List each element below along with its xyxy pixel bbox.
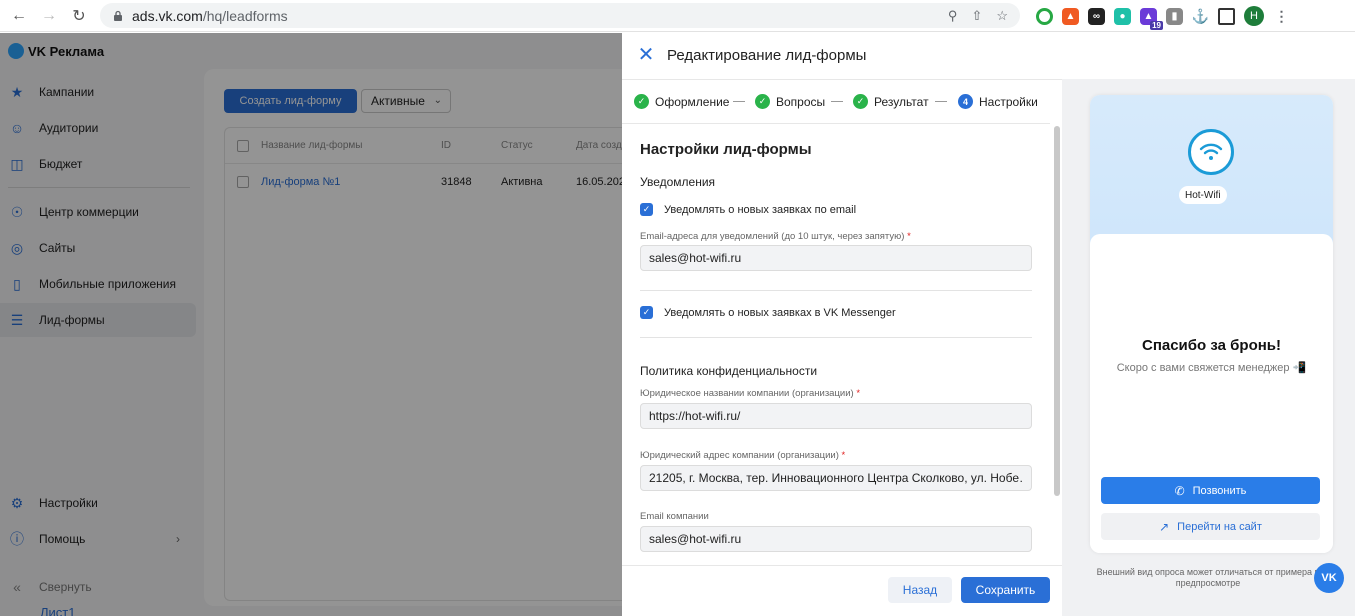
teal-extension-icon[interactable]: ● — [1114, 7, 1131, 25]
privacy-heading: Политика конфиденциальности — [640, 364, 818, 378]
preview-result-card: Спасибо за бронь! Скоро с вами свяжется … — [1090, 234, 1333, 553]
check-icon: ✓ — [755, 94, 770, 109]
step-connector — [831, 101, 843, 102]
step-connector — [935, 101, 947, 102]
grey-extension-icon[interactable]: ▮ — [1166, 7, 1183, 25]
puzzle-icon[interactable]: ⚓ — [1192, 7, 1209, 25]
profile-avatar[interactable]: H — [1244, 6, 1264, 26]
step-result[interactable]: ✓ Результат — [853, 94, 929, 109]
bookmark-star-icon[interactable]: ☆ — [996, 8, 1008, 24]
form-scrollbar[interactable] — [1052, 80, 1062, 565]
notifications-heading: Уведомления — [640, 175, 716, 189]
preview-panel: Hot-Wifi Спасибо за бронь! Скоро с вами … — [1062, 79, 1355, 616]
step-questions[interactable]: ✓ Вопросы — [755, 94, 825, 109]
checkmark-icon: ✓ — [640, 306, 653, 319]
reload-icon[interactable]: ↻ — [68, 5, 90, 27]
address-bar[interactable]: ads.vk.com/hq/leadforms ⚲ ⇧ ☆ — [100, 3, 1020, 28]
modal-title: Редактирование лид-формы — [667, 47, 867, 64]
external-link-icon: ↗ — [1159, 519, 1170, 534]
phone-call-icon: ✆ — [1174, 483, 1185, 498]
step-connector — [733, 101, 745, 102]
go-to-site-button[interactable]: ↗ Перейти на сайт — [1101, 513, 1320, 540]
save-button[interactable]: Сохранить — [961, 577, 1050, 603]
checkmark-icon: ✓ — [640, 203, 653, 216]
back-button[interactable]: Назад — [888, 577, 952, 603]
section-title: Настройки лид-формы — [640, 141, 812, 158]
green-circle-extension-icon[interactable] — [1036, 7, 1053, 25]
extensions-bar: ▲ ∞ ● ▲ 19 ▮ ⚓ H ⋮ — [1036, 4, 1290, 30]
company-address-label: Юридический адрес компании (организации)… — [640, 450, 846, 461]
modal-footer: Назад Сохранить — [622, 565, 1062, 616]
browser-toolbar: ← → ↻ ads.vk.com/hq/leadforms ⚲ ⇧ ☆ ▲ ∞ … — [0, 0, 1355, 32]
edit-leadform-modal: ✕ Редактирование лид-формы ✓ Оформление ✓… — [622, 33, 1355, 616]
share-icon[interactable]: ⇧ — [971, 8, 982, 24]
divider — [640, 290, 1032, 291]
orange-extension-icon[interactable]: ▲ — [1062, 7, 1079, 25]
thanks-text: Скоро с вами свяжется менеджер 📲 — [1116, 362, 1307, 374]
scrollbar-thumb[interactable] — [1054, 126, 1060, 496]
step-settings[interactable]: 4 Настройки — [958, 94, 1038, 109]
url-text: ads.vk.com/hq/leadforms — [132, 7, 288, 24]
emails-input[interactable] — [640, 245, 1032, 271]
company-name-label: Юридическое названии компании (организац… — [640, 388, 861, 399]
company-name-input[interactable] — [640, 403, 1032, 429]
divider — [640, 337, 1032, 338]
link-extension-icon[interactable]: ∞ — [1088, 7, 1105, 25]
lock-icon — [114, 10, 122, 21]
notify-email-checkbox[interactable]: ✓ Уведомлять о новых заявках по email — [640, 203, 856, 216]
modal-form-panel: ✓ Оформление ✓ Вопросы ✓ Результат 4 Настрой… — [622, 79, 1062, 616]
graduation-cap-extension-icon[interactable]: ▲ 19 — [1140, 7, 1163, 30]
check-icon: ✓ — [634, 94, 649, 109]
step-design[interactable]: ✓ Оформление — [634, 94, 729, 109]
brand-name: Hot-Wifi — [1179, 186, 1227, 204]
kebab-menu-icon[interactable]: ⋮ — [1273, 7, 1290, 25]
forward-arrow-icon[interactable]: → — [38, 5, 60, 27]
sidebar-panel-icon[interactable] — [1218, 7, 1235, 25]
back-arrow-icon[interactable]: ← — [8, 5, 30, 27]
emails-label: Email-адреса для уведомлений (до 10 штук… — [640, 231, 911, 242]
company-email-label: Email компании — [640, 511, 709, 522]
vk-logo-icon[interactable]: VK — [1314, 563, 1344, 593]
settings-form: Настройки лид-формы Уведомления ✓ Уведомл… — [640, 124, 1040, 564]
close-icon[interactable]: ✕ — [637, 45, 655, 65]
wifi-logo-icon — [1188, 129, 1234, 175]
check-icon: ✓ — [853, 94, 868, 109]
thanks-title: Спасибо за бронь! — [1141, 337, 1282, 354]
notify-vk-messenger-checkbox[interactable]: ✓ Уведомлять о новых заявках в VK Messeng… — [640, 306, 896, 319]
preview-header: Hot-Wifi — [1090, 95, 1333, 245]
preview-disclaimer: Внешний вид опроса может отличаться от п… — [1096, 567, 1320, 588]
zoom-icon[interactable]: ⚲ — [948, 8, 958, 24]
company-address-input[interactable] — [640, 465, 1032, 491]
preview-phone: Hot-Wifi Спасибо за бронь! Скоро с вами … — [1090, 95, 1333, 553]
call-button[interactable]: ✆ Позвонить — [1101, 477, 1320, 504]
stepper: ✓ Оформление ✓ Вопросы ✓ Результат 4 Настрой… — [622, 80, 1050, 124]
company-email-input[interactable] — [640, 526, 1032, 552]
modal-header: ✕ Редактирование лид-формы — [622, 33, 1355, 79]
